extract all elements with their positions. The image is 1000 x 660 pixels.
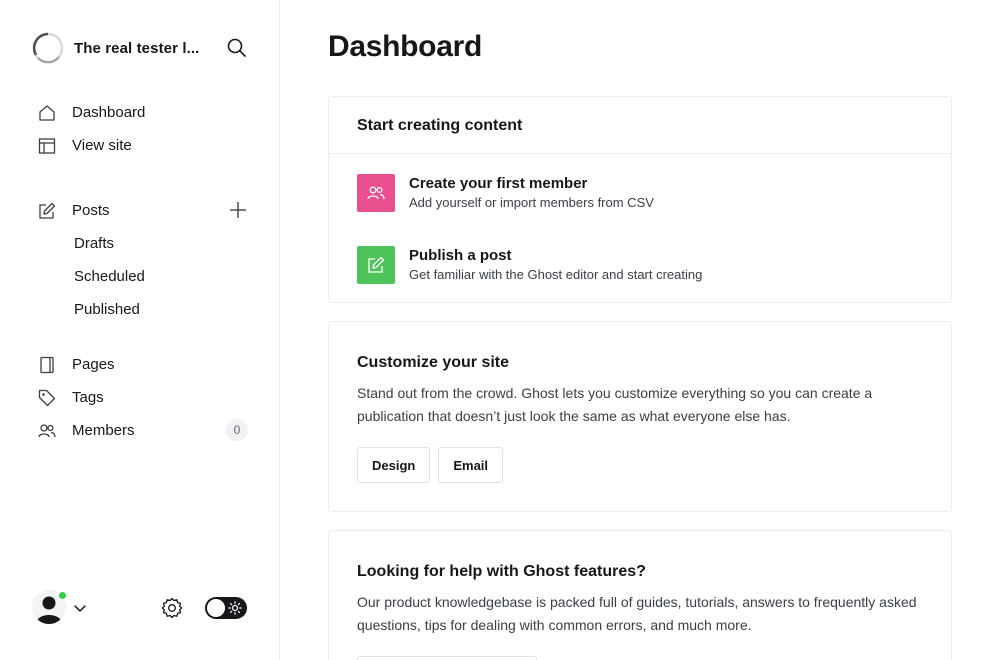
nav-posts: Posts Drafts Scheduled Published	[32, 194, 248, 326]
task-description: Get familiar with the Ghost editor and s…	[409, 267, 703, 282]
button-row	[357, 656, 923, 660]
task-title: Create your first member	[409, 175, 588, 192]
main-content: Dashboard Start creating content Create …	[280, 0, 1000, 660]
gear-icon[interactable]	[161, 597, 183, 619]
card-description: Our product knowledgebase is packed full…	[357, 594, 917, 633]
sidebar-item-label: View site	[72, 137, 132, 154]
sidebar-item-dashboard[interactable]: Dashboard	[32, 96, 248, 129]
task-title: Publish a post	[409, 247, 512, 264]
members-icon	[38, 423, 56, 437]
sidebar-item-scheduled[interactable]: Scheduled	[32, 260, 248, 293]
customize-site-card: Customize your site Stand out from the c…	[328, 321, 952, 512]
edit-icon	[368, 256, 385, 273]
nav-secondary: Pages Tags Members 0	[32, 348, 248, 447]
sidebar-item-label: Pages	[72, 356, 115, 373]
online-status-dot	[57, 590, 68, 601]
sidebar-item-published[interactable]: Published	[32, 293, 248, 326]
sidebar: The real tester l... Dashboard View site	[0, 0, 280, 660]
sidebar-item-tags[interactable]: Tags	[32, 381, 248, 414]
page-icon	[40, 356, 54, 373]
sidebar-item-members[interactable]: Members 0	[32, 414, 248, 447]
nav-primary: Dashboard View site	[32, 96, 248, 162]
task-text: Publish a post Get familiar with the Gho…	[409, 247, 702, 283]
email-button[interactable]: Email	[438, 447, 504, 483]
tag-icon	[38, 389, 56, 406]
button-row: Design Email	[357, 447, 923, 483]
sidebar-footer	[32, 590, 248, 626]
home-icon	[39, 104, 55, 121]
start-creating-card: Start creating content Create your first…	[328, 96, 952, 303]
members-icon	[367, 186, 385, 200]
layout-icon	[38, 137, 56, 154]
new-post-plus-icon[interactable]	[228, 200, 248, 220]
card-description: Stand out from the crowd. Ghost lets you…	[357, 385, 873, 424]
sidebar-item-drafts[interactable]: Drafts	[32, 227, 248, 260]
task-icon-badge	[357, 246, 395, 284]
task-text: Create your first member Add yourself or…	[409, 175, 654, 211]
task-publish-post[interactable]: Publish a post Get familiar with the Gho…	[357, 246, 702, 284]
sidebar-item-label: Members	[72, 422, 135, 439]
chevron-down-icon[interactable]	[72, 600, 88, 616]
task-create-member[interactable]: Create your first member Add yourself or…	[357, 174, 654, 212]
search-icon[interactable]	[226, 37, 248, 59]
theme-toggle[interactable]	[205, 597, 247, 619]
members-count-badge: 0	[226, 419, 248, 441]
sidebar-item-label: Dashboard	[72, 104, 146, 121]
help-button[interactable]	[357, 656, 537, 660]
card-title: Looking for help with Ghost features?	[357, 563, 646, 580]
sidebar-item-posts[interactable]: Posts	[32, 194, 248, 227]
site-logo-icon[interactable]	[32, 32, 64, 64]
user-avatar-button[interactable]	[32, 590, 68, 624]
sidebar-item-label: Tags	[72, 389, 104, 406]
site-header: The real tester l...	[32, 32, 248, 64]
sidebar-item-pages[interactable]: Pages	[32, 348, 248, 381]
task-icon-badge	[357, 174, 395, 212]
page-title: Dashboard	[328, 30, 482, 63]
card-title: Start creating content	[329, 97, 951, 154]
design-button[interactable]: Design	[357, 447, 431, 483]
sun-icon	[228, 601, 242, 615]
toggle-knob	[207, 599, 225, 617]
card-title: Customize your site	[357, 354, 510, 371]
edit-icon	[39, 202, 56, 219]
sidebar-item-label: Posts	[72, 202, 110, 219]
sidebar-item-view-site[interactable]: View site	[32, 129, 248, 162]
task-description: Add yourself or import members from CSV	[409, 195, 654, 210]
help-card: Looking for help with Ghost features? Ou…	[328, 530, 952, 660]
site-title[interactable]: The real tester l...	[74, 40, 208, 57]
